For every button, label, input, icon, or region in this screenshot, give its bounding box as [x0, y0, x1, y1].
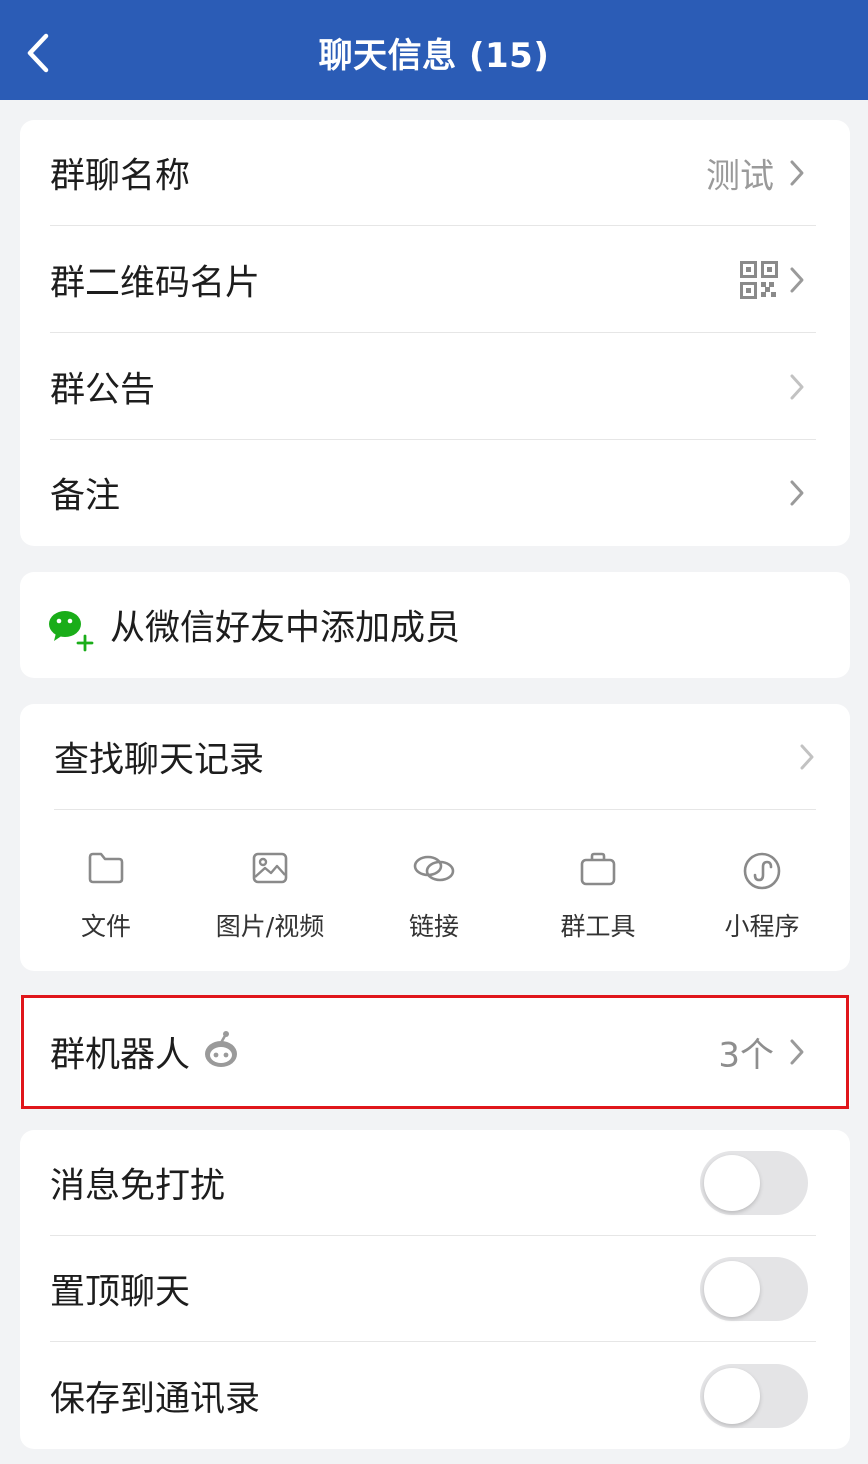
- tool-label: 链接: [408, 912, 459, 941]
- pin-chat-label: 置顶聊天: [50, 1272, 191, 1313]
- chevron-right-icon: [790, 267, 804, 293]
- robot-icon: [205, 1031, 237, 1067]
- remark-label: 备注: [50, 476, 121, 517]
- divider: [54, 809, 816, 810]
- tool-files[interactable]: 文件: [23, 811, 189, 971]
- toggle-knob: [704, 1155, 760, 1211]
- tool-label: 群工具: [560, 912, 636, 941]
- chevron-right-icon: [790, 1039, 804, 1065]
- link-icon: [413, 855, 455, 882]
- chevron-right-icon: [800, 744, 814, 770]
- pin-chat-row: 置顶聊天: [20, 1236, 850, 1342]
- mute-label: 消息免打扰: [50, 1166, 226, 1207]
- group-robot-count: 3个: [718, 1035, 774, 1076]
- tool-label: 文件: [80, 912, 131, 941]
- search-records-card: 查找聊天记录 文件 图片/视频 链接 群工具 小程序: [20, 704, 850, 971]
- search-records-label: 查找聊天记录: [54, 740, 265, 781]
- group-name-label: 群聊名称: [50, 156, 191, 197]
- chevron-right-icon: [790, 160, 804, 186]
- add-member-row[interactable]: 从微信好友中添加成员: [20, 572, 850, 678]
- group-robot-card: 群机器人 3个: [20, 998, 850, 1106]
- tool-label: 小程序: [724, 912, 800, 941]
- add-member-label: 从微信好友中添加成员: [110, 608, 461, 649]
- navigation-bar: 聊天信息 (15): [0, 0, 868, 100]
- pin-chat-toggle[interactable]: [700, 1257, 808, 1321]
- save-contacts-label: 保存到通讯录: [50, 1379, 261, 1420]
- chat-settings-card: 消息免打扰 置顶聊天 保存到通讯录: [20, 1130, 850, 1449]
- group-name-value: 测试: [706, 156, 774, 197]
- group-robot-label: 群机器人: [50, 1035, 191, 1076]
- group-robot-row[interactable]: 群机器人 3个: [20, 998, 850, 1106]
- group-qrcode-row[interactable]: 群二维码名片: [20, 227, 850, 333]
- mini-program-icon: [743, 852, 781, 890]
- group-notice-row[interactable]: 群公告: [20, 334, 850, 440]
- tool-label: 图片/视频: [215, 912, 325, 941]
- remark-row[interactable]: 备注: [20, 440, 850, 546]
- tool-group-tools[interactable]: 群工具: [515, 811, 681, 971]
- qrcode-icon: [740, 261, 778, 299]
- page-title: 聊天信息 (15): [318, 36, 550, 76]
- save-contacts-toggle[interactable]: [700, 1364, 808, 1428]
- save-contacts-row: 保存到通讯录: [20, 1343, 850, 1449]
- divider: [50, 332, 816, 333]
- toggle-knob: [704, 1261, 760, 1317]
- toggle-knob: [704, 1368, 760, 1424]
- briefcase-icon: [580, 852, 616, 886]
- tool-links[interactable]: 链接: [351, 811, 517, 971]
- wechat-add-icon: [49, 611, 94, 652]
- chevron-right-icon: [790, 480, 804, 506]
- tool-mini-programs[interactable]: 小程序: [679, 811, 845, 971]
- group-notice-label: 群公告: [50, 370, 156, 411]
- divider: [50, 225, 816, 226]
- group-qrcode-label: 群二维码名片: [50, 263, 261, 304]
- search-category-tools: 文件 图片/视频 链接 群工具 小程序: [20, 811, 850, 971]
- divider: [50, 1341, 816, 1342]
- group-name-row[interactable]: 群聊名称 测试: [20, 120, 850, 226]
- add-member-card: 从微信好友中添加成员: [20, 572, 850, 678]
- image-icon: [252, 852, 288, 884]
- mute-row: 消息免打扰: [20, 1130, 850, 1236]
- folder-icon: [88, 852, 124, 884]
- tool-images-videos[interactable]: 图片/视频: [187, 811, 353, 971]
- mute-toggle[interactable]: [700, 1151, 808, 1215]
- group-info-card: 群聊名称 测试 群二维码名片 群公告 备注: [20, 120, 850, 546]
- search-records-row[interactable]: 查找聊天记录: [20, 704, 850, 810]
- chevron-right-icon: [790, 374, 804, 400]
